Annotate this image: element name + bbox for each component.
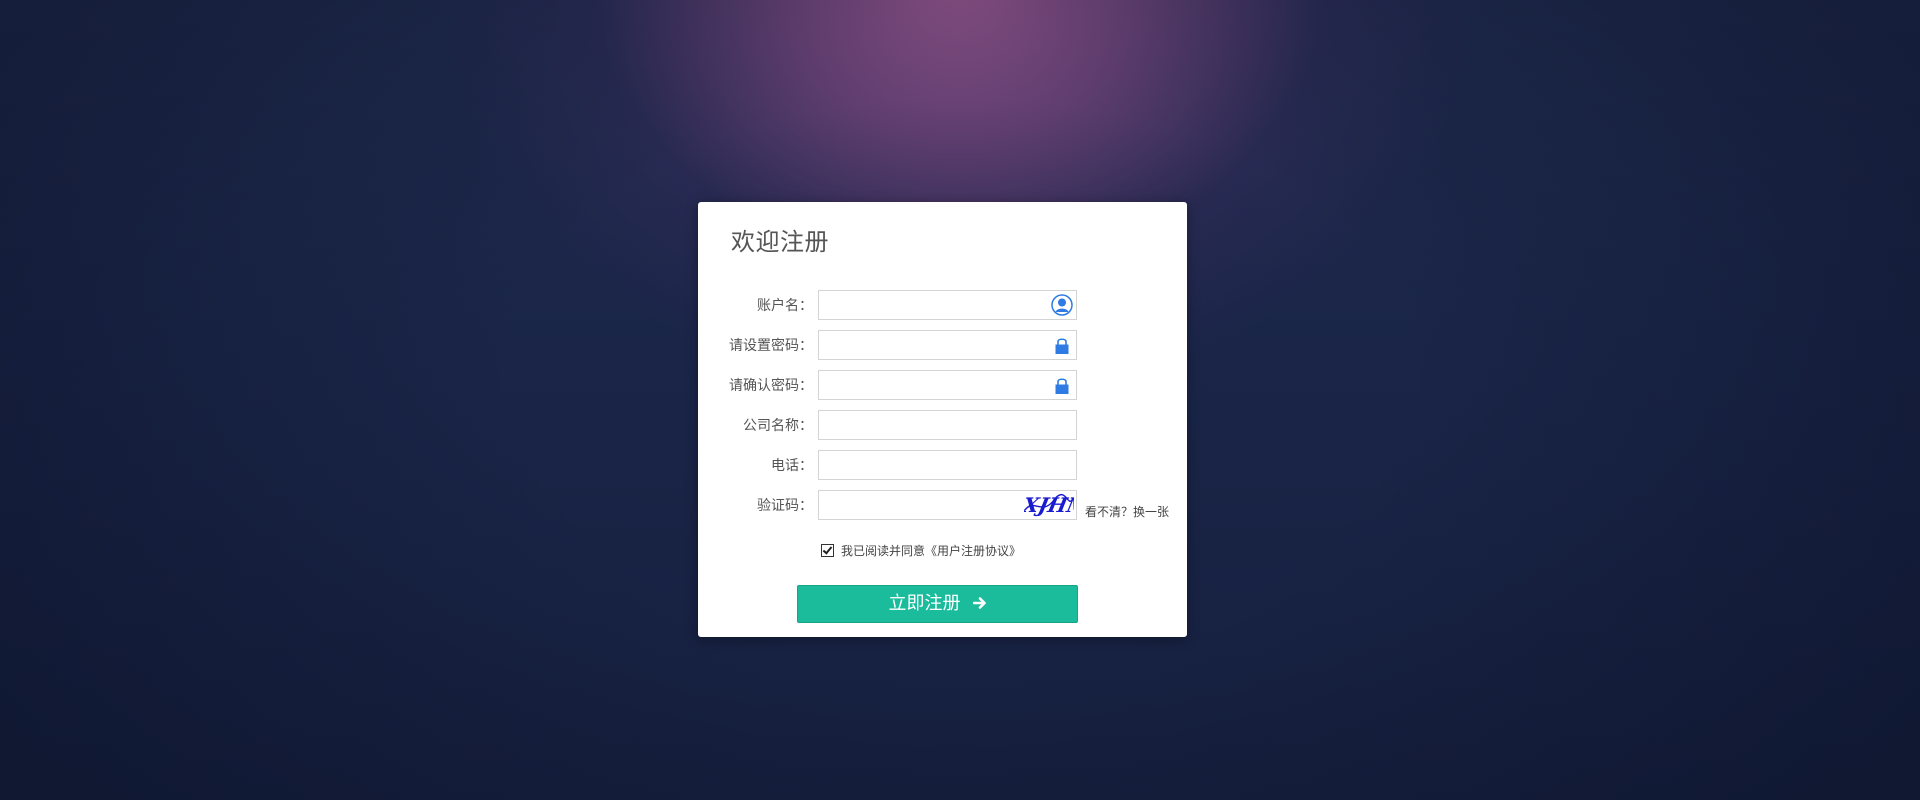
confirm-password-row: 请确认密码： xyxy=(698,370,1187,400)
confirm-password-input[interactable] xyxy=(819,371,1046,399)
password-input[interactable] xyxy=(819,331,1046,359)
account-field-box xyxy=(818,290,1077,320)
register-button[interactable]: 立即注册 xyxy=(797,585,1078,623)
lock-icon xyxy=(1055,378,1069,394)
company-field-box xyxy=(818,410,1077,440)
phone-input[interactable] xyxy=(819,451,1046,479)
company-row: 公司名称： xyxy=(698,410,1187,440)
captcha-label: 验证码： xyxy=(757,498,813,514)
password-row: 请设置密码： xyxy=(698,330,1187,360)
agreement-row: 我已阅读并同意《用户注册协议》 xyxy=(821,542,1021,559)
captcha-input[interactable] xyxy=(819,491,1046,519)
confirm-password-label: 请确认密码： xyxy=(729,378,813,394)
company-input[interactable] xyxy=(819,411,1046,439)
account-input[interactable] xyxy=(819,291,1046,319)
captcha-image[interactable]: XJHM xyxy=(1024,492,1074,518)
phone-row: 电话： xyxy=(698,450,1187,480)
register-button-label: 立即注册 xyxy=(888,593,961,614)
arrow-right-icon xyxy=(972,597,986,609)
phone-label: 电话： xyxy=(771,458,813,474)
password-field-box xyxy=(818,330,1077,360)
captcha-field-box: XJHM xyxy=(818,490,1077,520)
captcha-row: 验证码： XJHM 看不清？换一张 xyxy=(698,490,1187,520)
user-icon xyxy=(1051,294,1073,316)
captcha-refresh-link[interactable]: 看不清？换一张 xyxy=(1085,503,1169,520)
account-row: 账户名： xyxy=(698,290,1187,320)
register-card: 欢迎注册 账户名： 请设置密码： 请确认密码： 公司名称： 电话： 验证码： X… xyxy=(698,202,1187,637)
agreement-text[interactable]: 我已阅读并同意《用户注册协议》 xyxy=(841,544,1021,558)
account-label: 账户名： xyxy=(757,298,813,314)
phone-field-box xyxy=(818,450,1077,480)
password-label: 请设置密码： xyxy=(729,338,813,354)
confirm-password-field-box xyxy=(818,370,1077,400)
company-label: 公司名称： xyxy=(743,418,813,434)
lock-icon xyxy=(1055,338,1069,354)
agreement-checkbox[interactable] xyxy=(821,544,834,557)
form-title: 欢迎注册 xyxy=(731,228,829,256)
